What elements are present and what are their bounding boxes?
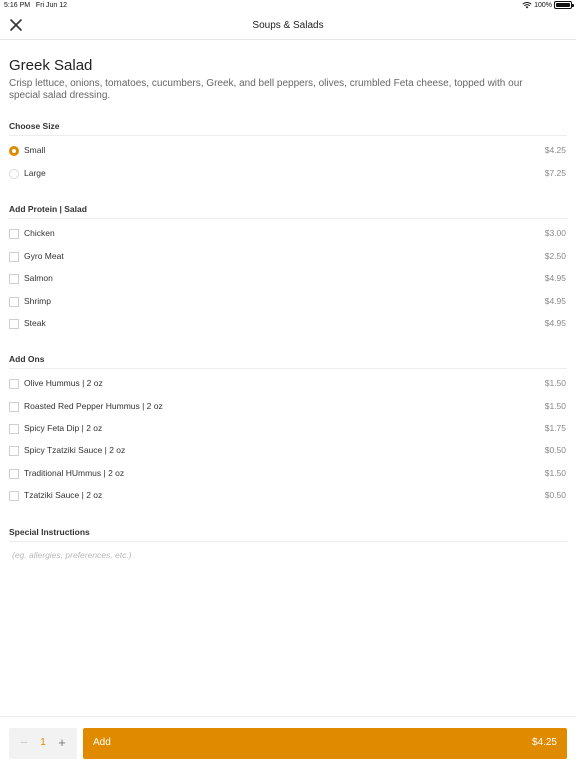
size-section-title: Choose Size (9, 121, 60, 131)
checkbox[interactable] (9, 446, 19, 456)
add-button-total: $4.25 (531, 737, 557, 748)
option-price: $0.50 (544, 445, 566, 455)
special-instructions-input[interactable] (9, 546, 565, 564)
addon-option-red-pepper-hummus[interactable]: Roasted Red Pepper Hummus | 2 oz $1.50 (0, 397, 576, 417)
quantity-value: 1 (40, 737, 46, 748)
option-price: $0.50 (544, 490, 566, 500)
option-price: $3.00 (544, 228, 566, 238)
option-price: $1.50 (544, 468, 566, 478)
protein-option-gyro-meat[interactable]: Gyro Meat $2.50 (0, 247, 576, 267)
status-bar: 5:16 PM Fri Jun 12 100% (0, 0, 576, 12)
checkbox[interactable] (9, 469, 19, 479)
battery-icon (554, 1, 574, 9)
size-option-large[interactable]: Large $7.25 (0, 164, 576, 184)
option-price: $4.95 (544, 296, 566, 306)
option-label: Salmon (24, 273, 53, 283)
size-option-small[interactable]: Small $4.25 (0, 141, 576, 161)
header-title: Soups & Salads (252, 20, 324, 31)
addon-option-traditional-hummus[interactable]: Traditional HUmmus | 2 oz $1.50 (0, 464, 576, 484)
option-label: Tzatziki Sauce | 2 oz (24, 490, 103, 500)
protein-option-steak[interactable]: Steak $4.95 (0, 314, 576, 334)
option-label: Roasted Red Pepper Hummus | 2 oz (24, 401, 163, 411)
option-price: $1.50 (544, 378, 566, 388)
checkbox[interactable] (9, 491, 19, 501)
radio-unselected[interactable] (9, 169, 19, 179)
protein-option-shrimp[interactable]: Shrimp $4.95 (0, 292, 576, 312)
add-button-label: Add (93, 737, 111, 748)
addon-option-spicy-tzatziki[interactable]: Spicy Tzatziki Sauce | 2 oz $0.50 (0, 441, 576, 461)
wifi-icon (522, 2, 532, 9)
divider (9, 218, 567, 219)
option-price: $7.25 (544, 168, 566, 178)
option-price: $4.95 (544, 318, 566, 328)
option-price: $4.25 (544, 145, 566, 155)
option-label: Spicy Feta Dip | 2 oz (24, 423, 103, 433)
option-label: Gyro Meat (24, 251, 64, 261)
option-price: $4.95 (544, 273, 566, 283)
checkbox[interactable] (9, 229, 19, 239)
option-label: Olive Hummus | 2 oz (24, 378, 103, 388)
option-price: $1.75 (544, 423, 566, 433)
option-label: Traditional HUmmus | 2 oz (24, 468, 125, 478)
item-title: Greek Salad (9, 57, 93, 74)
checkbox[interactable] (9, 252, 19, 262)
option-label: Shrimp (24, 296, 51, 306)
item-description: Crisp lettuce, onions, tomatoes, cucumbe… (9, 78, 523, 101)
divider (9, 368, 567, 369)
add-to-order-button[interactable]: Add $4.25 (83, 728, 567, 759)
protein-option-salmon[interactable]: Salmon $4.95 (0, 269, 576, 289)
addon-option-spicy-feta-dip[interactable]: Spicy Feta Dip | 2 oz $1.75 (0, 419, 576, 439)
option-label: Small (24, 145, 46, 155)
nav-header: Soups & Salads (0, 12, 576, 40)
divider (9, 135, 567, 136)
option-price: $2.50 (544, 251, 566, 261)
addons-section-title: Add Ons (9, 354, 45, 364)
checkbox[interactable] (9, 297, 19, 307)
page: 5:16 PM Fri Jun 12 100% Soups & Salads G… (0, 0, 576, 768)
option-label: Spicy Tzatziki Sauce | 2 oz (24, 445, 126, 455)
protein-section-title: Add Protein | Salad (9, 204, 87, 214)
option-label: Steak (24, 318, 46, 328)
option-label: Chicken (24, 228, 55, 238)
checkbox[interactable] (9, 274, 19, 284)
option-price: $1.50 (544, 401, 566, 411)
battery-percent: 100% (534, 1, 552, 9)
radio-selected[interactable] (9, 146, 19, 156)
divider (9, 541, 567, 542)
increment-button[interactable]: + (55, 735, 69, 751)
addon-option-tzatziki-sauce[interactable]: Tzatziki Sauce | 2 oz $0.50 (0, 486, 576, 506)
option-label: Large (24, 168, 46, 178)
checkbox[interactable] (9, 424, 19, 434)
decrement-button[interactable]: − (17, 735, 31, 751)
checkbox[interactable] (9, 402, 19, 412)
footer-bar: − 1 + Add $4.25 (0, 716, 576, 768)
status-time: 5:16 PM (4, 2, 31, 9)
instructions-section-title: Special Instructions (9, 527, 90, 537)
status-date: Fri Jun 12 (35, 2, 68, 9)
addon-option-olive-hummus[interactable]: Olive Hummus | 2 oz $1.50 (0, 374, 576, 394)
checkbox[interactable] (9, 379, 19, 389)
quantity-stepper: − 1 + (9, 728, 77, 759)
checkbox[interactable] (9, 319, 19, 329)
protein-option-chicken[interactable]: Chicken $3.00 (0, 224, 576, 244)
